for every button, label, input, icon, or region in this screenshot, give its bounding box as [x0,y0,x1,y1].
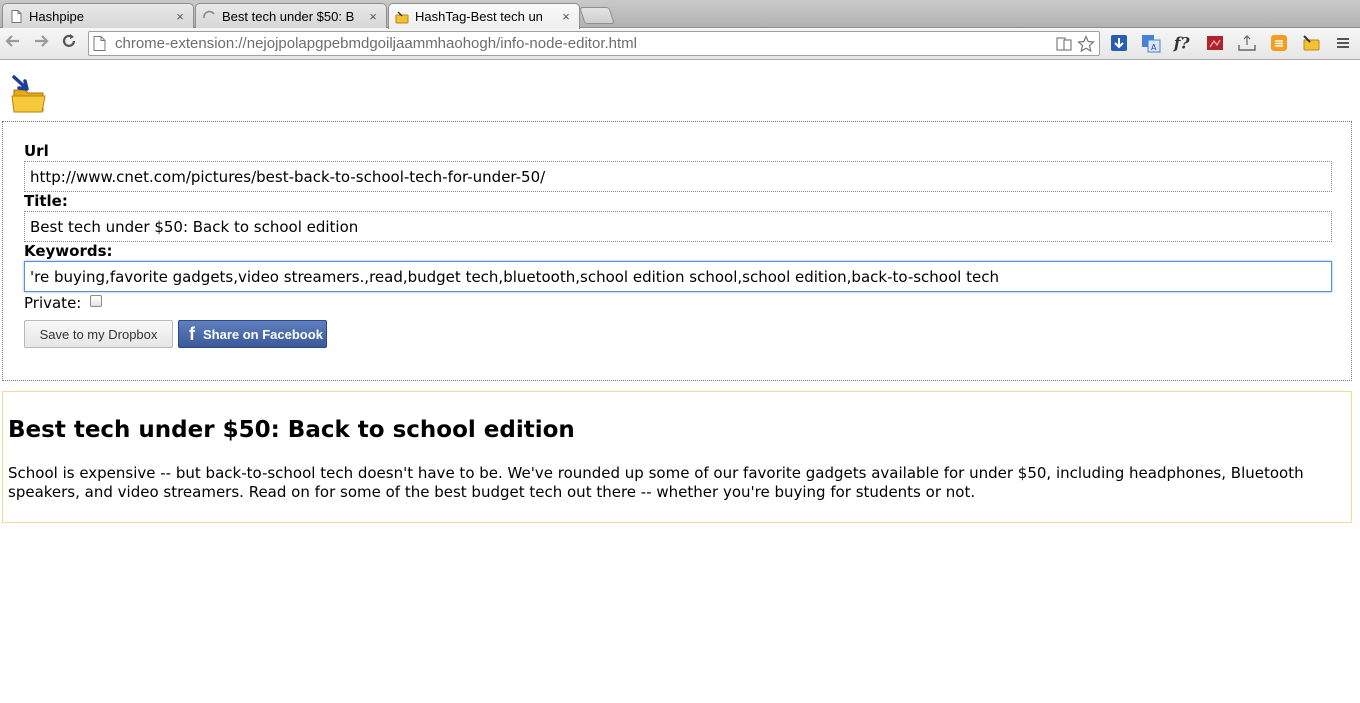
forward-icon[interactable] [30,32,52,54]
tab-strip: Hashpipe × Best tech under $50: B × Hash… [0,0,1360,29]
close-icon[interactable]: × [173,9,187,24]
keywords-input[interactable] [24,261,1332,292]
back-icon[interactable] [2,32,24,54]
browser-toolbar: chrome-extension://nejojpolapgpebmdgoilj… [0,28,1360,60]
svg-text:A: A [1151,43,1157,52]
address-url: chrome-extension://nejojpolapgpebmdgoilj… [115,35,637,52]
facebook-icon: f [189,323,195,344]
url-label: Url [24,142,49,160]
loading-spinner-icon [202,9,216,23]
menu-icon[interactable] [1333,33,1353,53]
preview-description: School is expensive -- but back-to-schoo… [8,464,1304,501]
private-label: Private: [24,294,82,312]
extension-icon [395,10,409,24]
hashtag-logo-icon [8,74,48,114]
new-tab-button[interactable] [579,7,615,24]
tab-best-tech[interactable]: Best tech under $50: B × [195,3,387,28]
save-to-dropbox-button[interactable]: Save to my Dropbox [24,320,173,348]
font-finder-icon[interactable]: f? [1173,33,1193,53]
stackoverflow-notifier-icon[interactable] [1269,33,1289,53]
url-input[interactable] [24,161,1332,192]
keywords-label: Keywords: [24,242,113,260]
translate-icon[interactable]: A [1141,33,1161,53]
star-icon[interactable] [1077,35,1095,57]
svg-text:f?: f? [1173,33,1191,52]
reload-icon[interactable] [58,32,80,54]
page-preview: Best tech under $50: Back to school edit… [2,391,1352,523]
tab-title: Hashpipe [29,8,84,24]
title-label: Title: [24,192,68,210]
share-on-facebook-label: Share on Facebook [203,326,323,342]
info-node-editor: Url Title: Keywords: Private: Save to my… [2,121,1352,381]
close-icon[interactable]: × [559,9,573,24]
close-icon[interactable]: × [366,9,380,24]
reader-view-icon[interactable] [1055,35,1073,57]
screen-capture-icon[interactable] [1205,33,1225,53]
page-icon [93,35,107,52]
share-on-facebook-button[interactable]: f Share on Facebook [178,320,327,348]
upload-tray-icon[interactable] [1237,33,1257,53]
tab-title: HashTag-Best tech un [415,9,543,24]
tab-hashpipe[interactable]: Hashpipe × [2,3,194,28]
hashtag-extension-icon[interactable] [1301,33,1321,53]
title-input[interactable] [24,211,1332,242]
preview-title: Best tech under $50: Back to school edit… [8,417,575,443]
tab-hashtag-editor[interactable]: HashTag-Best tech un × [388,3,580,29]
address-bar[interactable]: chrome-extension://nejojpolapgpebmdgoilj… [88,31,1100,56]
tab-title: Best tech under $50: B [222,8,355,24]
download-extension-icon[interactable] [1109,33,1129,53]
private-checkbox[interactable] [90,295,102,307]
page-icon [9,9,23,23]
